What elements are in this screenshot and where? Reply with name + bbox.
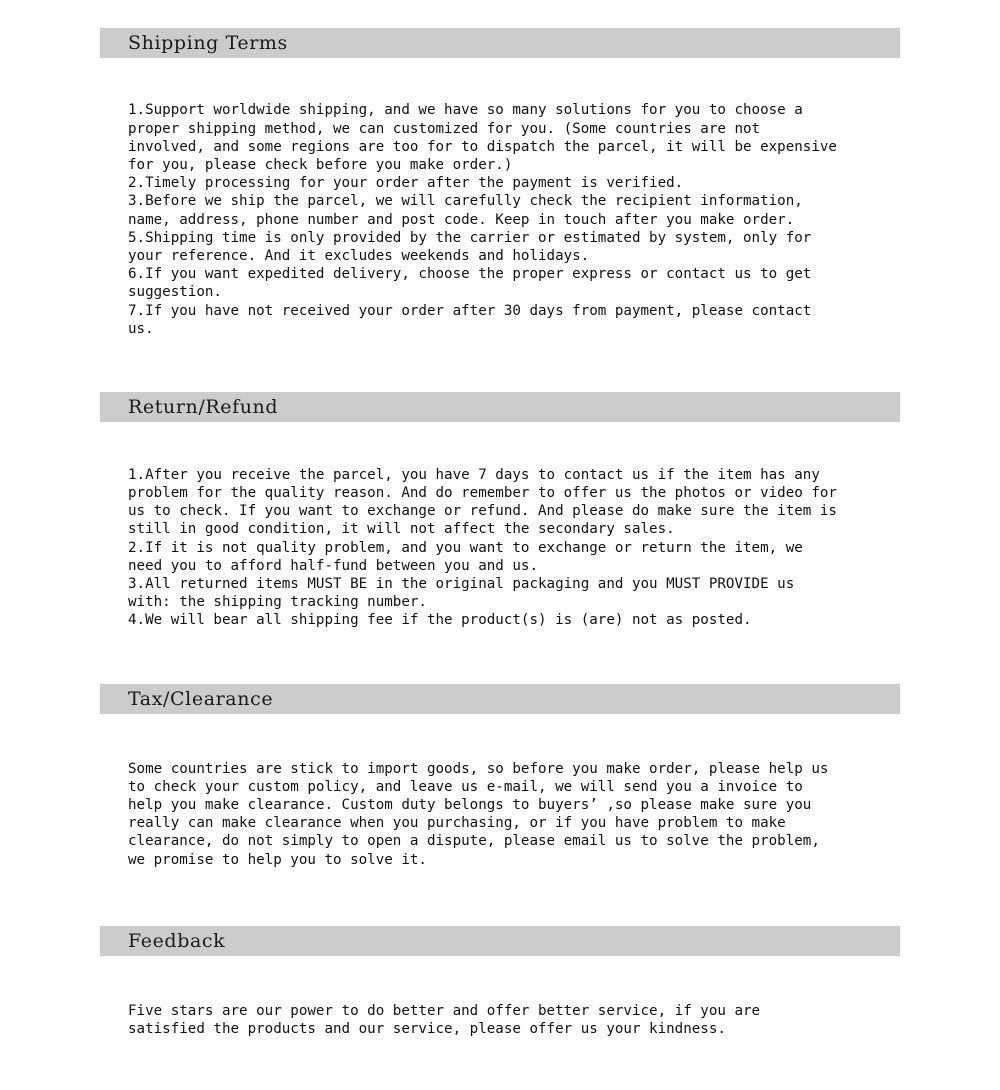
section-header-tax-clearance: Tax/Clearance: [100, 684, 900, 715]
shipping-terms-text: 1.Support worldwide shipping, and we hav…: [128, 102, 837, 337]
section-return-refund: Return/Refund 1.After you receive the pa…: [100, 392, 900, 666]
section-body-tax-clearance: Some countries are stick to import goods…: [100, 714, 900, 905]
section-body-return-refund: 1.After you receive the parcel, you have…: [100, 422, 900, 666]
section-body-feedback: Five stars are our power to do better an…: [100, 956, 900, 1074]
section-shipping-terms: Shipping Terms 1.Support worldwide shipp…: [100, 28, 900, 374]
document-content: Shipping Terms 1.Support worldwide shipp…: [100, 28, 900, 1090]
section-body-shipping-terms: 1.Support worldwide shipping, and we hav…: [100, 58, 900, 374]
section-tax-clearance: Tax/Clearance Some countries are stick t…: [100, 684, 900, 905]
section-header-return-refund: Return/Refund: [100, 392, 900, 423]
section-header-shipping-terms: Shipping Terms: [100, 28, 900, 58]
tax-clearance-text: Some countries are stick to import goods…: [128, 760, 829, 868]
feedback-text: Five stars are our power to do better an…: [128, 1002, 761, 1037]
section-header-feedback: Feedback: [100, 926, 900, 957]
policy-document-page: Shipping Terms 1.Support worldwide shipp…: [0, 0, 1000, 1037]
return-refund-text: 1.After you receive the parcel, you have…: [128, 466, 837, 629]
section-feedback: Feedback Five stars are our power to do …: [100, 926, 900, 1074]
